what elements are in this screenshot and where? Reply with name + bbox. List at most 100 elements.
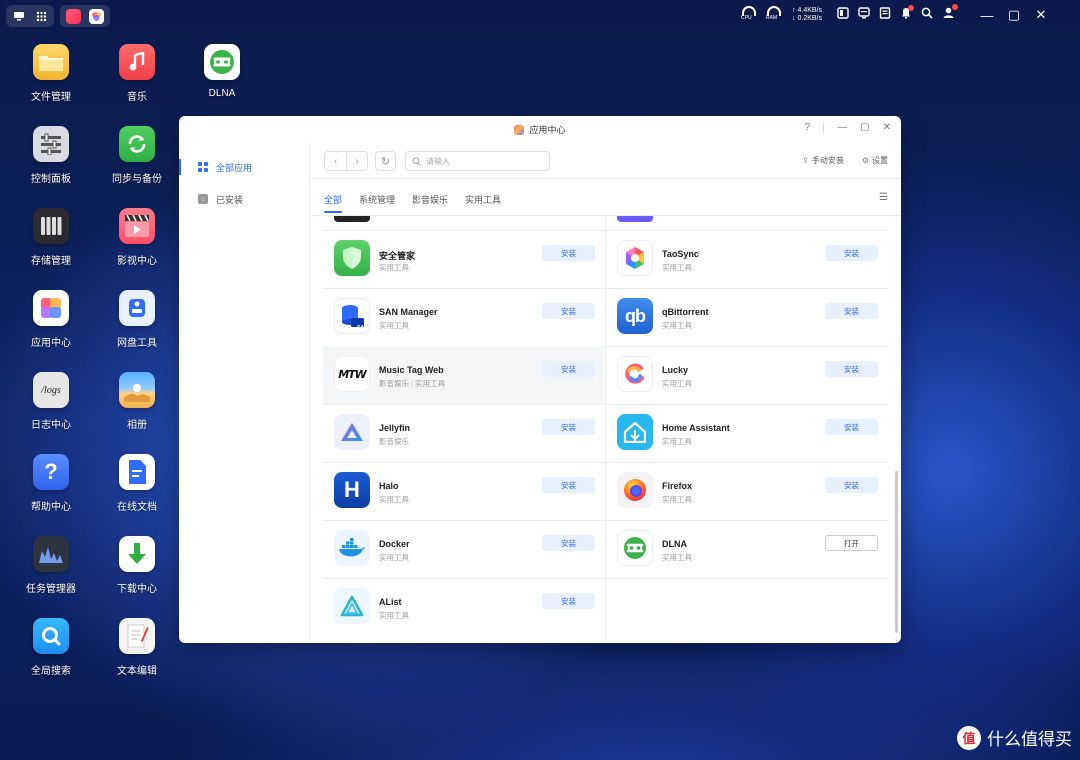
user-avatar-icon[interactable] (942, 4, 958, 24)
desktop-icon-label: 音乐 (127, 92, 147, 103)
tab-system-management[interactable]: 系统管理 (359, 193, 395, 206)
taskbar-app-center-icon[interactable] (89, 8, 104, 24)
watermark-badge: 值 (957, 725, 981, 750)
app-card-firefox[interactable]: Firefox 实用工具 安装 (606, 462, 887, 520)
desktop-icon-video-center[interactable]: 影视中心 (97, 208, 177, 267)
mtw-icon-text: MTW (338, 367, 367, 381)
app-card-san-manager[interactable]: SAN SAN Manager 实用工具 安装 (323, 288, 604, 346)
desktop-icon-app-center[interactable]: 应用中心 (11, 290, 91, 349)
tasks-icon[interactable] (879, 6, 891, 24)
app-category: 影音娱乐 (379, 437, 409, 446)
app-card-home-assistant[interactable]: Home Assistant 实用工具 安装 (606, 404, 887, 462)
taskbar-video-app-icon[interactable] (66, 8, 81, 24)
help-button[interactable]: ? (805, 122, 811, 133)
install-button[interactable]: 安装 (542, 477, 595, 493)
app-card-qbittorrent[interactable]: qb qBittorrent 实用工具 安装 (606, 288, 887, 346)
app-card-halo[interactable]: H Halo 实用工具 安装 (323, 462, 604, 520)
app-card-lucky[interactable]: Lucky 实用工具 安装 (606, 346, 887, 404)
scrollbar[interactable] (895, 471, 898, 633)
notification-bell-icon[interactable] (900, 5, 914, 24)
taosync-icon (617, 240, 653, 276)
photos-icon (119, 372, 155, 408)
forward-button[interactable]: › (346, 152, 367, 170)
minimize-desktop-icon[interactable]: — (978, 8, 996, 23)
desktop-icon-dlna[interactable]: DLNA (182, 44, 262, 99)
firefox-icon (617, 472, 653, 508)
gear-icon: ⚙ (861, 156, 869, 165)
maximize-icon[interactable]: ▢ (860, 122, 869, 133)
desktop-icon-label: 相册 (127, 420, 147, 431)
install-button[interactable]: 安装 (542, 593, 595, 609)
desktop-icon-label: 文本编辑 (117, 666, 157, 677)
back-button[interactable]: ‹ (325, 152, 346, 170)
app-card-jellyfin[interactable]: Jellyfin 影音娱乐 安装 (323, 404, 604, 462)
open-button[interactable]: 打开 (825, 535, 878, 551)
window-title: 应用中心 (529, 125, 566, 135)
close-desktop-icon[interactable]: ✕ (1032, 7, 1050, 23)
window-titlebar[interactable]: 应用中心 ? — ▢ ✕ (179, 116, 901, 143)
app-card-dlna[interactable]: DLNA 实用工具 打开 (606, 520, 887, 578)
tab-utilities[interactable]: 实用工具 (465, 193, 501, 206)
minimize-icon[interactable]: — (837, 122, 847, 133)
app-category: 实用工具 (662, 263, 692, 272)
tab-all[interactable]: 全部 (324, 193, 343, 213)
desktop-icon-log-center[interactable]: /logs 日志中心 (11, 372, 91, 431)
search-input[interactable] (426, 156, 536, 166)
app-card-docker[interactable]: Docker 实用工具 安装 (323, 520, 604, 578)
sidebar-item-all-apps[interactable]: 全部应用 (179, 151, 309, 183)
desktop-icon-sync-backup[interactable]: 同步与备份 (97, 126, 177, 185)
desktop-icon-help-center[interactable]: ? 帮助中心 (11, 454, 91, 513)
desktop-icon-file-manager[interactable]: 文件管理 (11, 44, 91, 103)
install-button[interactable]: 安装 (825, 477, 878, 493)
app-grid-icon[interactable] (34, 9, 48, 23)
ram-gauge: RAM (766, 6, 783, 24)
taskbar-left (6, 5, 110, 27)
desktop-icon-label: 在线文档 (117, 502, 157, 513)
app-card-music-tag-web[interactable]: MTW Music Tag Web 影音娱乐 | 实用工具 安装 (323, 346, 604, 404)
logs-icon-text: /logs (41, 384, 61, 396)
install-button[interactable]: 安装 (825, 419, 878, 435)
search-box[interactable] (405, 151, 550, 171)
desktop-icon-task-manager[interactable]: 任务管理器 (11, 536, 91, 595)
tab-media-entertainment[interactable]: 影音娱乐 (412, 193, 448, 206)
install-button[interactable]: 安装 (825, 245, 878, 261)
desktop-icon-text-editor[interactable]: 文本编辑 (97, 618, 177, 677)
app-name: Halo (379, 481, 399, 491)
app-card-taosync[interactable]: TaoSync 实用工具 安装 (606, 230, 887, 288)
widgets-icon[interactable] (837, 6, 849, 24)
install-button[interactable]: 安装 (825, 303, 878, 319)
app-card-alist[interactable]: AList 实用工具 安装 (323, 578, 604, 636)
desktop-icon-cloud-drive[interactable]: 网盘工具 (97, 290, 177, 349)
maximize-desktop-icon[interactable]: ▢ (1005, 7, 1023, 23)
install-button[interactable]: 安装 (825, 361, 878, 377)
desktop-icon-label: 帮助中心 (31, 502, 71, 513)
category-tabs: 全部 系统管理 影音娱乐 实用工具 ☰ (311, 180, 901, 216)
desktop-icon-label: 任务管理器 (26, 584, 76, 595)
toolbar-actions: ⇪ 手动安装 ⚙ 设置 (802, 155, 888, 166)
list-view-icon[interactable]: ☰ (879, 192, 888, 203)
sync-icon (119, 126, 155, 162)
desktop-icon-global-search[interactable]: 全局搜索 (11, 618, 91, 677)
manual-install-button[interactable]: ⇪ 手动安装 (802, 155, 844, 166)
install-button[interactable]: 安装 (542, 419, 595, 435)
desktop-icon-control-panel[interactable]: 控制面板 (11, 126, 91, 185)
app-card-security-manager[interactable]: 安全管家 实用工具 安装 (323, 230, 604, 288)
settings-button[interactable]: ⚙ 设置 (862, 155, 888, 166)
desktop-icon-music[interactable]: 音乐 (97, 44, 177, 103)
install-button[interactable]: 安装 (542, 535, 595, 551)
desktop-icon-photos[interactable]: 相册 (97, 372, 177, 431)
monitor-icon[interactable] (858, 6, 870, 24)
search-icon[interactable] (921, 6, 933, 24)
desktop-icon[interactable] (12, 9, 26, 23)
desktop-icon-download-center[interactable]: 下载中心 (97, 536, 177, 595)
install-button[interactable]: 安装 (542, 303, 595, 319)
lucky-icon (617, 356, 653, 392)
close-icon[interactable]: ✕ (883, 122, 891, 133)
desktop-icon-online-docs[interactable]: 在线文档 (97, 454, 177, 513)
sidebar-item-installed[interactable]: ↓ 已安装 (179, 183, 309, 215)
desktop-icon-label: 控制面板 (31, 174, 71, 185)
install-button[interactable]: 安装 (542, 361, 595, 377)
refresh-button[interactable]: ↻ (375, 151, 396, 171)
desktop-icon-storage[interactable]: 存储管理 (11, 208, 91, 267)
install-button[interactable]: 安装 (542, 245, 595, 261)
